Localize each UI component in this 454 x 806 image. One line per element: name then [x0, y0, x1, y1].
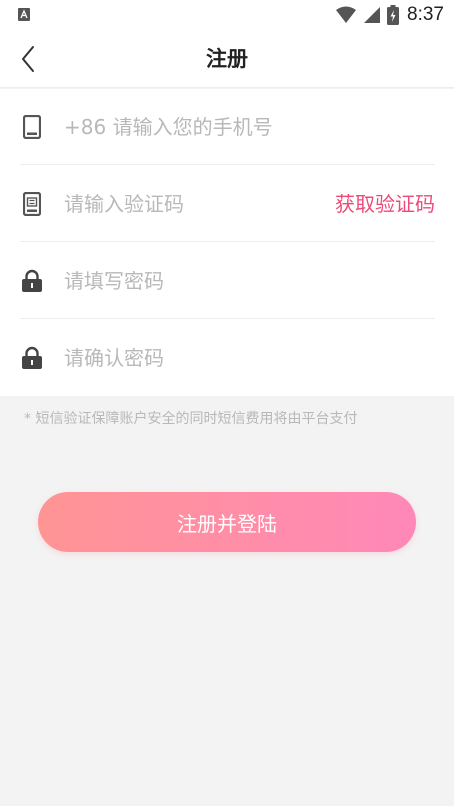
register-and-login-button[interactable]: 注册并登陆	[38, 492, 416, 552]
sms-fee-notice: * 短信验证保障账户安全的同时短信费用将由平台支付	[24, 411, 358, 427]
verification-code-icon	[20, 192, 44, 216]
header: 注册	[0, 30, 454, 88]
wifi-icon	[336, 6, 357, 23]
status-indicators: 8:37	[335, 3, 444, 27]
get-code-button[interactable]: 获取验证码	[335, 184, 435, 224]
status-bar: 8:37	[0, 0, 454, 30]
status-time: 8:37	[407, 4, 444, 25]
phone-input[interactable]	[64, 107, 424, 147]
confirm-password-input[interactable]	[64, 338, 304, 378]
phone-icon	[20, 115, 44, 139]
page-title: 注册	[206, 47, 248, 71]
verification-code-row: 获取验证码	[20, 166, 435, 242]
registration-form: 获取验证码	[0, 89, 454, 396]
lock-icon	[20, 346, 44, 370]
app-notification-icon	[18, 8, 30, 21]
verification-code-input[interactable]	[64, 184, 304, 224]
lock-icon	[20, 269, 44, 293]
password-input[interactable]	[64, 261, 304, 301]
password-row	[20, 243, 435, 319]
cellular-signal-icon	[364, 7, 381, 23]
battery-charging-icon	[387, 5, 400, 25]
confirm-password-row	[20, 320, 435, 396]
phone-row	[20, 89, 435, 165]
